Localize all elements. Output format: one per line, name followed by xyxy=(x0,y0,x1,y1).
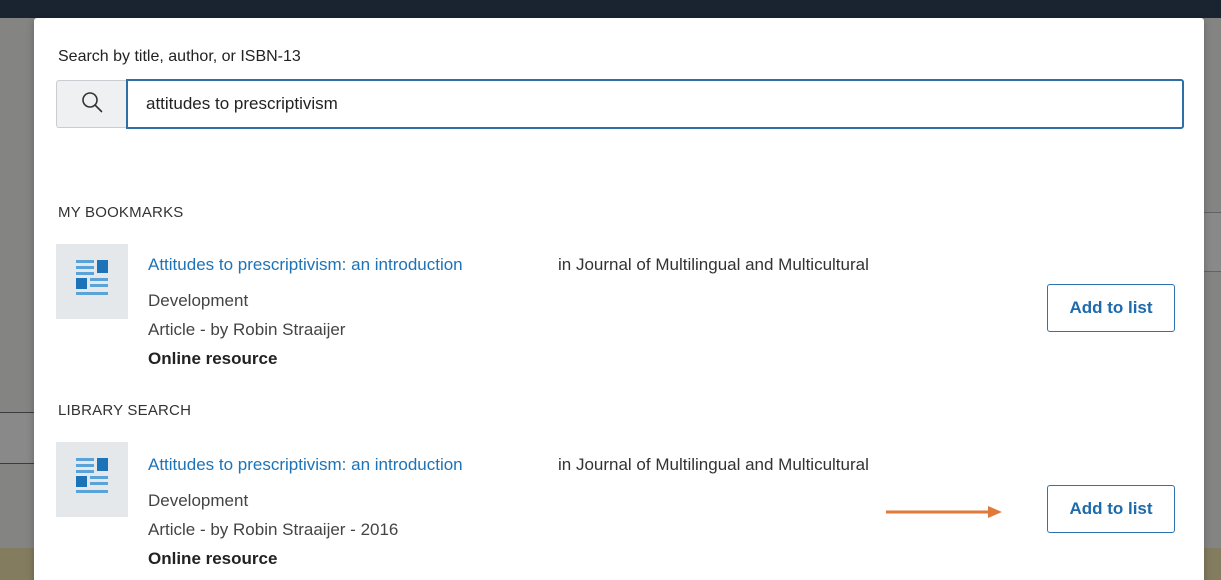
add-item-modal: Search by title, author, or ISBN-13 MY B… xyxy=(34,18,1204,580)
add-to-list-button[interactable]: Add to list xyxy=(1047,284,1175,332)
result-title-link[interactable]: Attitudes to prescriptivism: an introduc… xyxy=(148,255,463,275)
annotation-arrow-icon xyxy=(886,506,1002,518)
result-source-continuation: Development xyxy=(148,291,249,310)
add-to-list-button[interactable]: Add to list xyxy=(1047,485,1175,533)
result-source: in Journal of Multilingual and Multicult… xyxy=(558,455,869,474)
article-thumbnail xyxy=(56,244,128,319)
result-meta: Article - by Robin Straaijer xyxy=(148,320,346,339)
result-source: in Journal of Multilingual and Multicult… xyxy=(558,255,869,274)
section-title-library-search: LIBRARY SEARCH xyxy=(58,402,192,419)
article-thumbnail xyxy=(56,442,128,517)
result-format: Online resource xyxy=(148,349,278,368)
search-button[interactable] xyxy=(56,80,126,128)
search-icon xyxy=(81,91,103,118)
result-format: Online resource xyxy=(148,549,278,568)
result-meta: Article - by Robin Straaijer - 2016 xyxy=(148,520,399,539)
section-title-bookmarks: MY BOOKMARKS xyxy=(58,204,184,221)
search-label: Search by title, author, or ISBN-13 xyxy=(58,48,301,65)
article-icon xyxy=(76,260,108,295)
result-title-link[interactable]: Attitudes to prescriptivism: an introduc… xyxy=(148,455,463,475)
article-icon xyxy=(76,458,108,493)
search-input[interactable] xyxy=(126,79,1184,129)
result-source-continuation: Development xyxy=(148,491,249,510)
